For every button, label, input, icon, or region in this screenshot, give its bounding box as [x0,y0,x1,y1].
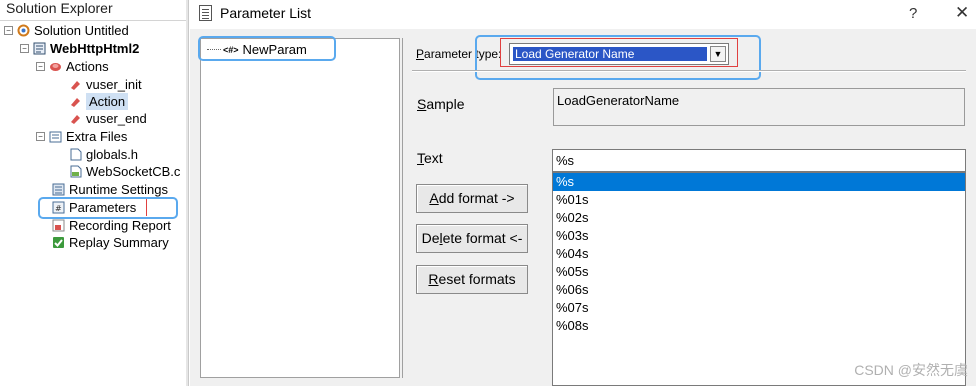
help-button[interactable]: ? [909,5,917,22]
tree-item-solution[interactable]: − Solution Untitled [4,22,129,39]
actions-icon [49,60,62,73]
label-mnemonic: P [416,47,425,61]
text-label: Text [417,150,443,166]
parameter-list-dialog: Parameter List ? ✕ <#> NewParam Paramete… [190,0,976,386]
format-item[interactable]: %01s [553,191,965,209]
tree-item-replay-summary[interactable]: Replay Summary [52,234,169,251]
format-item[interactable]: %07s [553,299,965,317]
action-icon [69,78,82,91]
reset-formats-button[interactable]: Reset formats [416,265,528,294]
dialog-titlebar: Parameter List ? ✕ [190,0,976,29]
dialog-title: Parameter List [220,5,312,21]
format-item[interactable]: %02s [553,209,965,227]
format-item[interactable]: %03s [553,227,965,245]
red-marker [146,199,147,216]
tree-item-label: vuser_init [86,77,142,92]
sample-field: LoadGeneratorName [553,88,965,126]
sample-label: Sample [417,96,464,112]
label-text: ample [426,96,465,112]
tree-item-vuser-end[interactable]: vuser_end [69,110,147,127]
file-icon [69,148,82,161]
label-text: eset formats [438,271,516,287]
folder-icon [49,130,62,143]
format-item[interactable]: %04s [553,245,965,263]
action-icon [69,112,82,125]
tree-item-action[interactable]: Action [69,93,129,110]
tree-item-label: Action [86,93,129,110]
collapse-icon[interactable]: − [4,26,13,35]
panel-splitter[interactable] [186,0,189,386]
divider [402,38,403,378]
format-item[interactable]: %s [553,173,965,191]
tree-item-label: vuser_end [86,111,147,126]
label-text: dd format -> [438,190,515,206]
close-button[interactable]: ✕ [955,3,969,23]
report-icon [52,219,65,232]
watermark: CSDN @安然无虞 [854,362,968,378]
label-mnemonic: T [417,150,424,166]
divider [0,20,188,21]
label-mnemonic: S [417,96,427,112]
tree-item-label: WebHttpHtml2 [50,41,140,56]
delete-format-button[interactable]: Delete format <- [416,224,528,253]
format-item[interactable]: %08s [553,317,965,335]
parameter-tree[interactable]: <#> NewParam [200,38,400,378]
tree-item-script[interactable]: − WebHttpHtml2 [20,40,139,57]
explorer-title: Solution Explorer [6,0,113,16]
document-icon [199,5,212,21]
newparam-highlight [198,36,336,61]
tree-item-label: WebSocketCB.c [86,164,181,179]
divider [412,70,966,71]
label-text: De [421,230,440,246]
tree-item-globals[interactable]: globals.h [69,146,138,163]
c-file-icon [69,165,82,178]
tree-item-recording-report[interactable]: Recording Report [52,217,171,234]
settings-icon [52,183,65,196]
parameters-highlight [38,197,178,219]
collapse-icon[interactable]: − [36,62,45,71]
format-item[interactable]: %06s [553,281,965,299]
tree-item-label: Recording Report [69,218,171,233]
parameter-type-highlight [475,35,761,80]
action-icon [69,95,82,108]
tree-item-runtime-settings[interactable]: Runtime Settings [52,181,168,198]
check-icon [52,236,65,249]
add-format-button[interactable]: Add format -> [416,184,528,213]
tree-item-websocketcb[interactable]: WebSocketCB.c [69,163,180,180]
tree-item-label: Solution Untitled [34,23,129,38]
label-mnemonic: R [428,271,439,287]
text-format-input[interactable]: %s [552,149,966,172]
collapse-icon[interactable]: − [36,132,45,141]
label-mnemonic: A [429,190,439,206]
solution-explorer-panel: Solution Explorer − Solution Untitled − … [0,0,188,386]
tree-item-label: Extra Files [66,129,128,144]
tree-item-vuser-init[interactable]: vuser_init [69,76,142,93]
script-icon [33,42,46,55]
tree-item-label: globals.h [86,147,139,162]
tree-item-label: Runtime Settings [69,182,168,197]
tree-item-extra-files[interactable]: − Extra Files [36,128,127,145]
tree-item-actions[interactable]: − Actions [36,58,109,75]
format-item[interactable]: %05s [553,263,965,281]
collapse-icon[interactable]: − [20,44,29,53]
tree-item-label: Replay Summary [69,235,169,250]
solution-icon [17,24,30,37]
tree-item-label: Actions [66,59,109,74]
label-text: ext [424,150,443,166]
label-text: ete format <- [442,230,523,246]
format-list[interactable]: %s %01s %02s %03s %04s %05s %06s %07s %08s [552,172,966,386]
